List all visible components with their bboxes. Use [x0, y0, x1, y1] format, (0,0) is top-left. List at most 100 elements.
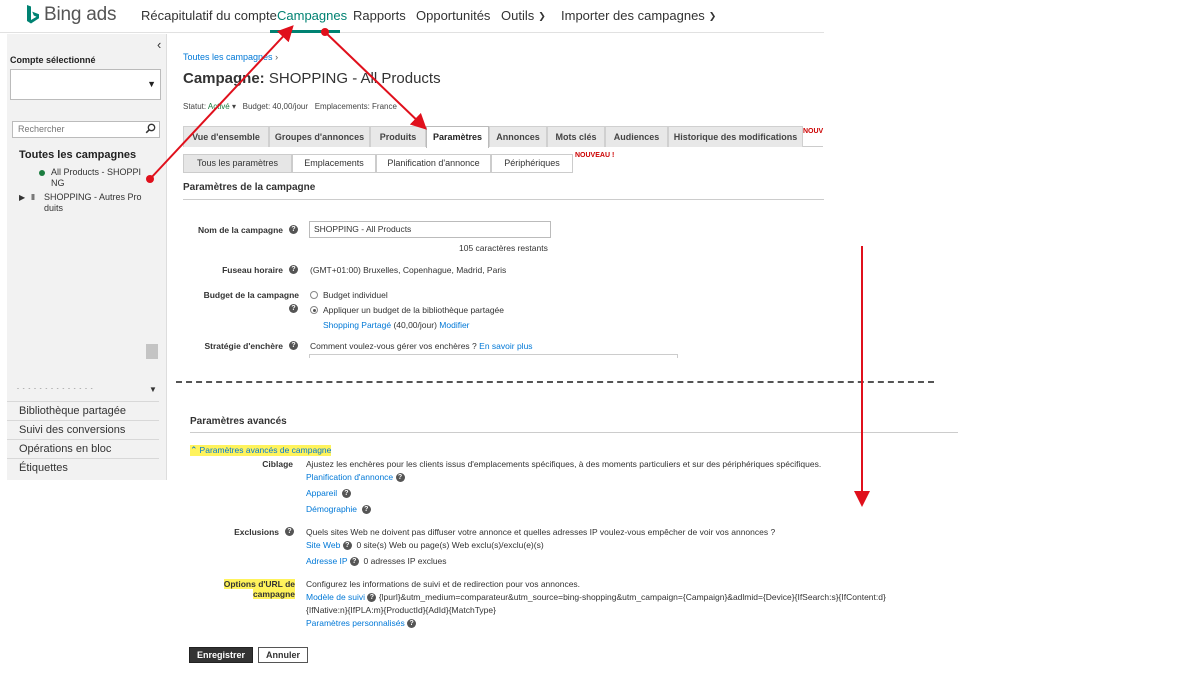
nav-campaigns[interactable]: Campagnes — [277, 8, 347, 23]
collapse-sidebar-icon[interactable]: ‹ — [157, 37, 161, 52]
nav-import-campaigns[interactable]: Importer des campagnes ❯ — [561, 8, 716, 23]
help-icon[interactable]: ? — [289, 341, 298, 350]
bid-strategy-label: Stratégie d'enchère — [204, 341, 283, 351]
subtab-ad-schedule[interactable]: Planification d'annonce — [376, 154, 491, 173]
divider — [190, 432, 958, 433]
campaign-name-label: Nom de la campagne — [197, 225, 283, 235]
status-dropdown-icon[interactable]: ▾ — [232, 102, 236, 111]
new-badge: NOUVEAU ! — [575, 152, 615, 159]
nav-import-label: Importer des campagnes — [561, 8, 705, 23]
site-web-row: Site Web ? 0 site(s) Web ou page(s) Web … — [306, 540, 544, 551]
expand-triangle-icon[interactable]: ▶ — [19, 193, 25, 202]
nav-tools-label: Outils — [501, 8, 535, 23]
exclusions-label: Exclusions — [234, 527, 279, 537]
help-icon[interactable]: ? — [285, 527, 294, 536]
budget-shared-radio[interactable] — [310, 306, 318, 314]
tab-ad-groups[interactable]: Groupes d'annonces — [269, 126, 370, 147]
ip-count: 0 adresses IP exclues — [363, 556, 447, 566]
search-icon[interactable] — [145, 123, 156, 136]
breadcrumb: Toutes les campagnes › — [183, 52, 278, 62]
nav-tools[interactable]: Outils ❯ — [501, 8, 546, 23]
bid-strategy-select[interactable] — [309, 354, 678, 358]
url-options-label-line1: Options d'URL de — [223, 579, 295, 589]
campaign-search-input[interactable]: Rechercher — [12, 121, 160, 138]
ad-schedule-link[interactable]: Planification d'annonce — [306, 472, 393, 482]
tab-keywords[interactable]: Mots clés — [547, 126, 605, 147]
tab-settings[interactable]: Paramètres — [426, 126, 489, 148]
save-button[interactable]: Enregistrer — [189, 647, 253, 663]
status-paused-icon: ‖ — [31, 193, 35, 202]
help-icon[interactable]: ? — [289, 304, 298, 313]
help-icon[interactable]: ? — [395, 473, 405, 483]
nav-account-summary[interactable]: Récapitulatif du compte — [141, 8, 277, 23]
status-label: Statut: — [183, 102, 207, 111]
learn-more-link[interactable]: En savoir plus — [479, 341, 532, 351]
tab-products[interactable]: Produits — [370, 126, 426, 147]
help-icon[interactable]: ? — [289, 265, 298, 274]
tab-ads[interactable]: Annonces — [489, 126, 547, 147]
tab-new-badge: NOUV — [803, 128, 824, 135]
device-link[interactable]: Appareil — [306, 488, 337, 498]
bing-ads-logo[interactable]: Bing ads — [26, 4, 117, 26]
campaign-name-field[interactable]: SHOPPING - All Products — [309, 221, 551, 238]
advanced-settings-toggle[interactable]: ⌃ Paramètres avancés de campagne — [190, 445, 332, 456]
page-title-name: SHOPPING - All Products — [268, 70, 441, 87]
breadcrumb-all-campaigns[interactable]: Toutes les campagnes — [183, 52, 273, 62]
advanced-settings-heading: Paramètres avancés — [190, 416, 287, 427]
ip-address-link[interactable]: Adresse IP — [306, 556, 347, 566]
sidebar-scrollbar[interactable] — [146, 344, 158, 359]
annotation-cut-line — [176, 381, 934, 383]
subtab-locations[interactable]: Emplacements — [292, 154, 376, 173]
help-icon[interactable]: ? — [407, 619, 417, 629]
subtab-devices[interactable]: Périphériques — [491, 154, 573, 173]
help-icon[interactable]: ? — [341, 489, 351, 499]
all-campaigns-link[interactable]: Toutes les campagnes — [19, 149, 136, 161]
truncated-row: - - - - - - - - - - - - - - — [17, 386, 94, 392]
modify-budget-link[interactable]: Modifier — [439, 320, 469, 330]
breadcrumb-separator: › — [275, 52, 279, 62]
help-icon[interactable]: ? — [342, 541, 352, 551]
shared-budget-link[interactable]: Shopping Partagé — [323, 320, 391, 330]
logo-text: Bing ads — [44, 4, 117, 25]
search-placeholder: Rechercher — [18, 124, 65, 134]
help-icon[interactable]: ? — [349, 557, 359, 567]
subtab-all-settings[interactable]: Tous les paramètres — [183, 154, 292, 173]
targeting-device-row: Appareil ? — [306, 488, 351, 499]
account-select[interactable]: ▼ — [10, 69, 161, 100]
sidebar-item-bulk-operations[interactable]: Opérations en bloc — [7, 439, 159, 458]
tab-change-history[interactable]: Historique des modifications — [668, 126, 803, 147]
sidebar: ‹ Compte sélectionné ▼ Rechercher Toutes… — [7, 34, 167, 480]
custom-parameters-link[interactable]: Paramètres personnalisés — [306, 618, 405, 628]
divider — [183, 199, 824, 200]
targeting-demographic-row: Démographie ? — [306, 504, 371, 515]
status-active-icon — [39, 170, 45, 176]
tracking-template-link[interactable]: Modèle de suivi — [306, 592, 365, 602]
nav-reports[interactable]: Rapports — [353, 8, 406, 23]
chevron-down-icon: ❯ — [708, 11, 717, 21]
top-navigation: Bing ads Récapitulatif du compte Campagn… — [0, 0, 824, 33]
campaign-item-autres-produits[interactable]: SHOPPING - Autres Pro duits — [44, 192, 142, 214]
tab-audiences[interactable]: Audiences — [605, 126, 668, 147]
tracking-template-value-line1: {lpurl}&utm_medium=comparateur&utm_sourc… — [378, 592, 886, 602]
scroll-down-icon[interactable]: ▼ — [149, 385, 157, 394]
nav-opportunities[interactable]: Opportunités — [416, 8, 490, 23]
sidebar-item-labels[interactable]: Étiquettes — [7, 458, 159, 477]
status-value[interactable]: Activé — [208, 102, 230, 111]
demographic-link[interactable]: Démographie — [306, 504, 357, 514]
budget-individual-radio[interactable] — [310, 291, 318, 299]
campaign-name-line2: NG — [51, 178, 65, 188]
page-title-prefix: Campagne: — [183, 70, 265, 87]
exclusions-description: Quels sites Web ne doivent pas diffuser … — [306, 527, 776, 537]
site-web-link[interactable]: Site Web — [306, 540, 340, 550]
tab-overview[interactable]: Vue d'ensemble — [183, 126, 269, 147]
locations-summary: Emplacements: France — [314, 102, 397, 111]
help-icon[interactable]: ? — [289, 225, 298, 234]
cancel-button[interactable]: Annuler — [258, 647, 308, 663]
sidebar-item-shared-library[interactable]: Bibliothèque partagée — [7, 401, 159, 420]
sidebar-item-conversion-tracking[interactable]: Suivi des conversions — [7, 420, 159, 439]
help-icon[interactable]: ? — [367, 593, 377, 603]
campaign-item-all-products[interactable]: All Products - SHOPPI NG — [51, 167, 141, 189]
help-icon[interactable]: ? — [361, 505, 371, 515]
campaign-name-line1: All Products - SHOPPI — [51, 167, 142, 177]
budget-summary: Budget: 40,00/jour — [242, 102, 309, 111]
